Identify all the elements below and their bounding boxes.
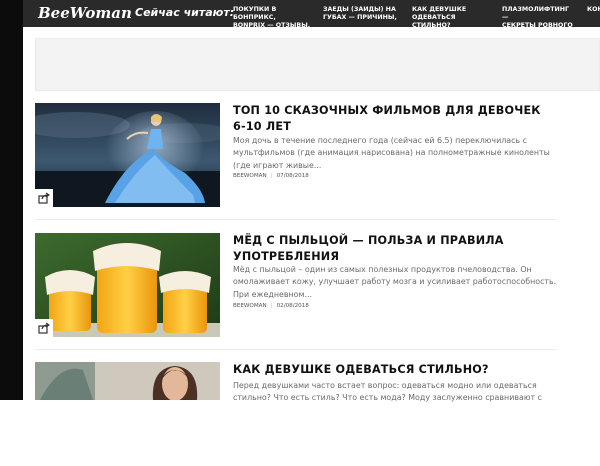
now-reading-label: Сейчас читают: — [135, 6, 235, 19]
article-title[interactable]: Как девушке одеваться стильно? — [233, 362, 557, 378]
now-reading-link-3[interactable]: Как девушке одеваться стильно? — [412, 6, 492, 30]
article-card: Как девушке одеваться стильно? Перед дев… — [35, 362, 557, 466]
article-date: 02/08/2018 — [276, 303, 309, 309]
article-meta: beewoman | 02/08/2018 — [233, 303, 309, 309]
left-edge-bar — [0, 0, 23, 400]
article-title[interactable]: ТОП 10 сказочных фильмов для девочек 6-1… — [233, 103, 557, 134]
article-date: 07/08/2018 — [276, 173, 309, 179]
top-navigation-bar: BeeWoman Сейчас читают: Покупки в Бонпри… — [23, 0, 600, 30]
article-title[interactable]: Мёд с пыльцой — польза и правила употреб… — [233, 233, 557, 264]
share-button[interactable] — [35, 319, 53, 337]
share-icon — [38, 192, 50, 204]
article-thumbnail-woman[interactable] — [35, 362, 220, 400]
article-excerpt: Перед девушками часто встает вопрос: оде… — [233, 381, 542, 403]
article-divider — [35, 219, 557, 220]
article-card: ТОП 10 сказочных фильмов для девочек 6-1… — [35, 103, 557, 207]
site-logo[interactable]: BeeWoman — [38, 2, 132, 24]
share-icon — [38, 322, 50, 334]
meta-separator: | — [270, 173, 273, 179]
article-author[interactable]: beewoman — [233, 303, 267, 309]
article-excerpt: Моя дочь в течение последнего года (сейч… — [233, 136, 550, 170]
meta-separator: | — [270, 303, 273, 309]
now-reading-link-5[interactable]: Кон — [587, 6, 600, 14]
article-excerpt: Мёд с пыльцой – один из самых полезных п… — [233, 265, 557, 299]
article-thumbnail-honey[interactable] — [35, 233, 220, 337]
now-reading-link-4[interactable]: Плазмолифтинг — секреты ровного — [502, 6, 576, 30]
article-author[interactable]: beewoman — [233, 173, 267, 179]
now-reading-link-2[interactable]: Заеды (заиды) на губах — причины, — [323, 6, 399, 22]
article-card: Мёд с пыльцой — польза и правила употреб… — [35, 233, 557, 337]
now-reading-link-1[interactable]: Покупки в Бонприкс, Bonprix — отзывы, — [233, 6, 317, 30]
article-meta: beewoman | 07/08/2018 — [233, 173, 309, 179]
share-button[interactable] — [35, 189, 53, 207]
article-divider — [35, 349, 557, 350]
article-thumbnail-princess[interactable] — [35, 103, 220, 207]
advertisement-banner[interactable] — [35, 38, 600, 91]
